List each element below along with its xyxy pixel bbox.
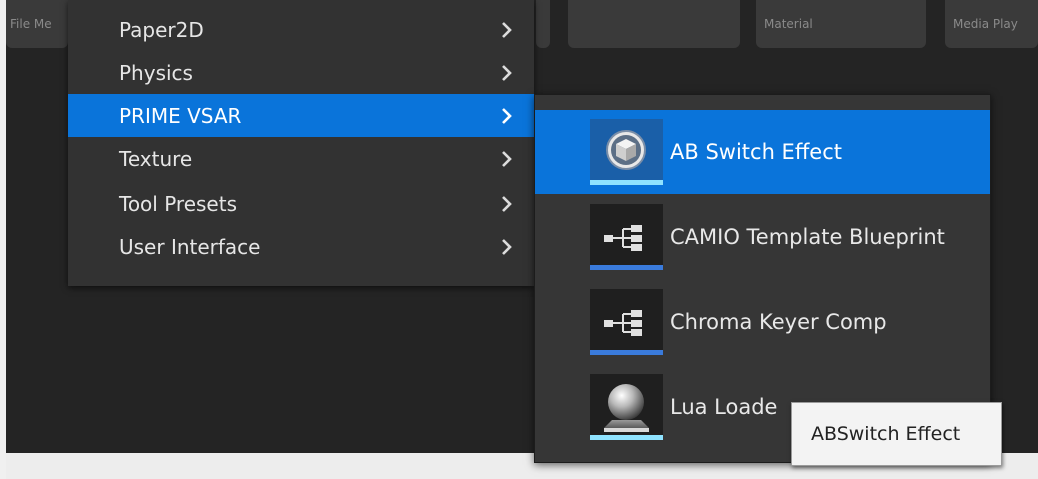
asset-tile[interactable] <box>568 0 740 48</box>
asset-thumbnail <box>590 119 663 185</box>
asset-tile-file-media[interactable]: File Me <box>6 0 68 48</box>
asset-type-bar <box>590 435 663 440</box>
asset-thumbnail <box>590 374 663 440</box>
submenu-item-ab-switch-effect[interactable]: AB Switch Effect <box>535 110 990 194</box>
menu-item-tool-presets[interactable]: Tool Presets <box>68 182 534 225</box>
submenu-item-label: Chroma Keyer Comp <box>670 310 887 334</box>
blueprint-icon <box>604 225 642 251</box>
asset-type-bar <box>590 350 663 355</box>
submenu-item-label: Lua Loade <box>670 395 778 419</box>
asset-type-bar <box>590 180 663 185</box>
menu-item-prime-vsar[interactable]: PRIME VSAR <box>68 94 534 137</box>
blueprint-icon <box>604 310 642 336</box>
submenu-item-camio-template-blueprint[interactable]: CAMIO Template Blueprint <box>535 195 990 279</box>
chevron-right-icon <box>502 64 512 81</box>
submenu-item-label: CAMIO Template Blueprint <box>670 225 945 249</box>
chevron-right-icon <box>502 21 512 38</box>
sphere-icon <box>604 384 649 432</box>
menu-item-user-interface[interactable]: User Interface <box>68 225 534 268</box>
menu-item-label: Physics <box>119 60 193 85</box>
asset-tile[interactable] <box>536 0 550 48</box>
menu-item-label: Texture <box>119 146 193 171</box>
menu-item-label: User Interface <box>119 234 261 259</box>
chevron-right-icon <box>502 107 512 124</box>
cube-icon <box>606 130 646 170</box>
menu-item-texture[interactable]: Texture <box>68 137 534 180</box>
context-menu: Paper2D Physics PRIME VSAR Texture Tool … <box>68 0 534 286</box>
tooltip-text: ABSwitch Effect <box>811 423 961 445</box>
asset-tile-label: Material <box>764 17 813 31</box>
chevron-right-icon <box>502 238 512 255</box>
menu-item-label: Paper2D <box>119 17 204 42</box>
tooltip: ABSwitch Effect <box>791 402 1002 466</box>
asset-tile-media-player[interactable]: Media Play <box>945 0 1038 48</box>
asset-thumbnail <box>590 289 663 355</box>
submenu-item-label: AB Switch Effect <box>670 140 842 164</box>
menu-item-physics[interactable]: Physics <box>68 51 534 94</box>
asset-tile-material[interactable]: Material <box>756 0 926 48</box>
menu-item-label: Tool Presets <box>119 191 237 216</box>
asset-tile-label: File Me <box>10 17 52 31</box>
asset-tile-label: Media Play <box>953 17 1018 31</box>
chevron-right-icon <box>502 150 512 167</box>
asset-type-bar <box>590 265 663 270</box>
chevron-right-icon <box>502 195 512 212</box>
menu-item-paper2d[interactable]: Paper2D <box>68 8 534 51</box>
menu-item-label: PRIME VSAR <box>119 103 242 128</box>
submenu-item-chroma-keyer-comp[interactable]: Chroma Keyer Comp <box>535 280 990 364</box>
asset-thumbnail <box>590 204 663 270</box>
